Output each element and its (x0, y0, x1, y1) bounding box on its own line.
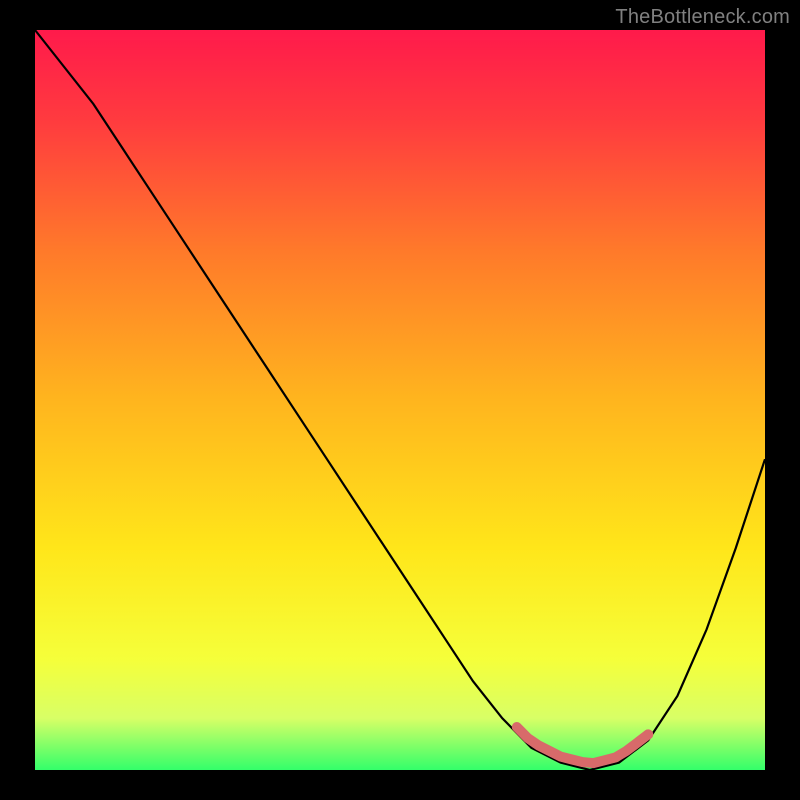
optimal-range-end-dot (643, 729, 653, 739)
bottleneck-chart (0, 0, 800, 800)
chart-container: TheBottleneck.com (0, 0, 800, 800)
attribution-label: TheBottleneck.com (615, 6, 790, 29)
attribution-text: TheBottleneck.com (615, 6, 790, 28)
plot-gradient-area (35, 30, 765, 770)
